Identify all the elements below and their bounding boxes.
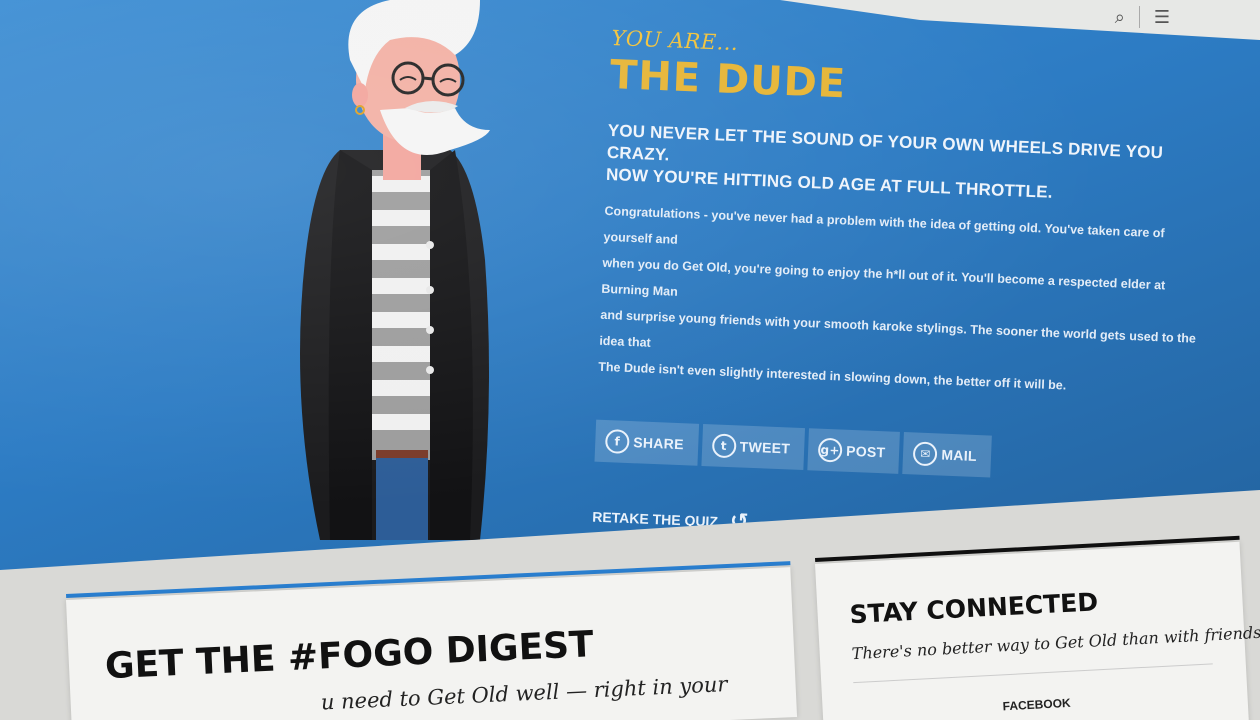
result-title: THE DUDE <box>609 51 848 108</box>
description-line: when you do Get Old, you're going to enj… <box>601 255 1166 299</box>
retake-label: RETAKE THE QUIZ <box>591 508 719 530</box>
quiz-result-hero: ⌕ ☰ YOU ARE... THE DUDE YOU NEVER LET TH… <box>0 0 1260 570</box>
googleplus-icon: g+ <box>817 437 843 463</box>
twitter-icon: t <box>711 433 737 459</box>
result-content: YOU ARE... THE DUDE YOU NEVER LET THE SO… <box>592 26 1212 553</box>
mail-icon: ✉ <box>912 441 938 467</box>
share-label: SHARE <box>632 434 685 453</box>
mail-label: MAIL <box>941 446 978 464</box>
email-share-button[interactable]: ✉ MAIL <box>902 432 992 478</box>
stay-connected-description: There's no better way to Get Old than wi… <box>851 622 1260 664</box>
headline-line: NOW YOU'RE HITTING OLD AGE AT FULL THROT… <box>605 164 1054 202</box>
description-line: Congratulations - you've never had a pro… <box>603 203 1165 247</box>
result-description: Congratulations - you've never had a pro… <box>598 198 1205 404</box>
digest-title: GET THE #FOGO DIGEST <box>104 624 595 688</box>
menu-icon[interactable]: ☰ <box>1154 7 1170 28</box>
icon-separator <box>1138 6 1140 28</box>
facebook-share-button[interactable]: f SHARE <box>594 419 699 466</box>
refresh-icon: ↺ <box>729 509 749 535</box>
top-bar: ⌕ ☰ <box>780 0 1260 40</box>
dude-illustration <box>300 0 490 540</box>
result-headline: YOU NEVER LET THE SOUND OF YOUR OWN WHEE… <box>606 120 1208 210</box>
divider <box>853 663 1213 684</box>
stay-connected-card: STAY CONNECTED There's no better way to … <box>815 541 1260 720</box>
post-label: POST <box>845 442 886 461</box>
tweet-label: TWEET <box>739 438 791 457</box>
share-buttons: f SHARE t TWEET g+ POST ✉ MAIL <box>594 419 1196 486</box>
facebook-link[interactable]: FACEBOOK <box>1002 696 1071 714</box>
result-intro: YOU ARE... <box>611 26 739 56</box>
stay-connected-title: STAY CONNECTED <box>848 587 1099 630</box>
search-icon[interactable]: ⌕ <box>1115 7 1125 28</box>
twitter-share-button[interactable]: t TWEET <box>700 423 806 471</box>
facebook-icon: f <box>604 429 630 455</box>
description-line: The Dude isn't even slightly interested … <box>598 359 1067 393</box>
digest-description: u need to Get Old well — right in your <box>320 672 728 715</box>
googleplus-share-button[interactable]: g+ POST <box>807 428 901 474</box>
description-line: and surprise young friends with your smo… <box>599 307 1197 350</box>
headline-line: YOU NEVER LET THE SOUND OF YOUR OWN WHEE… <box>606 120 1164 165</box>
